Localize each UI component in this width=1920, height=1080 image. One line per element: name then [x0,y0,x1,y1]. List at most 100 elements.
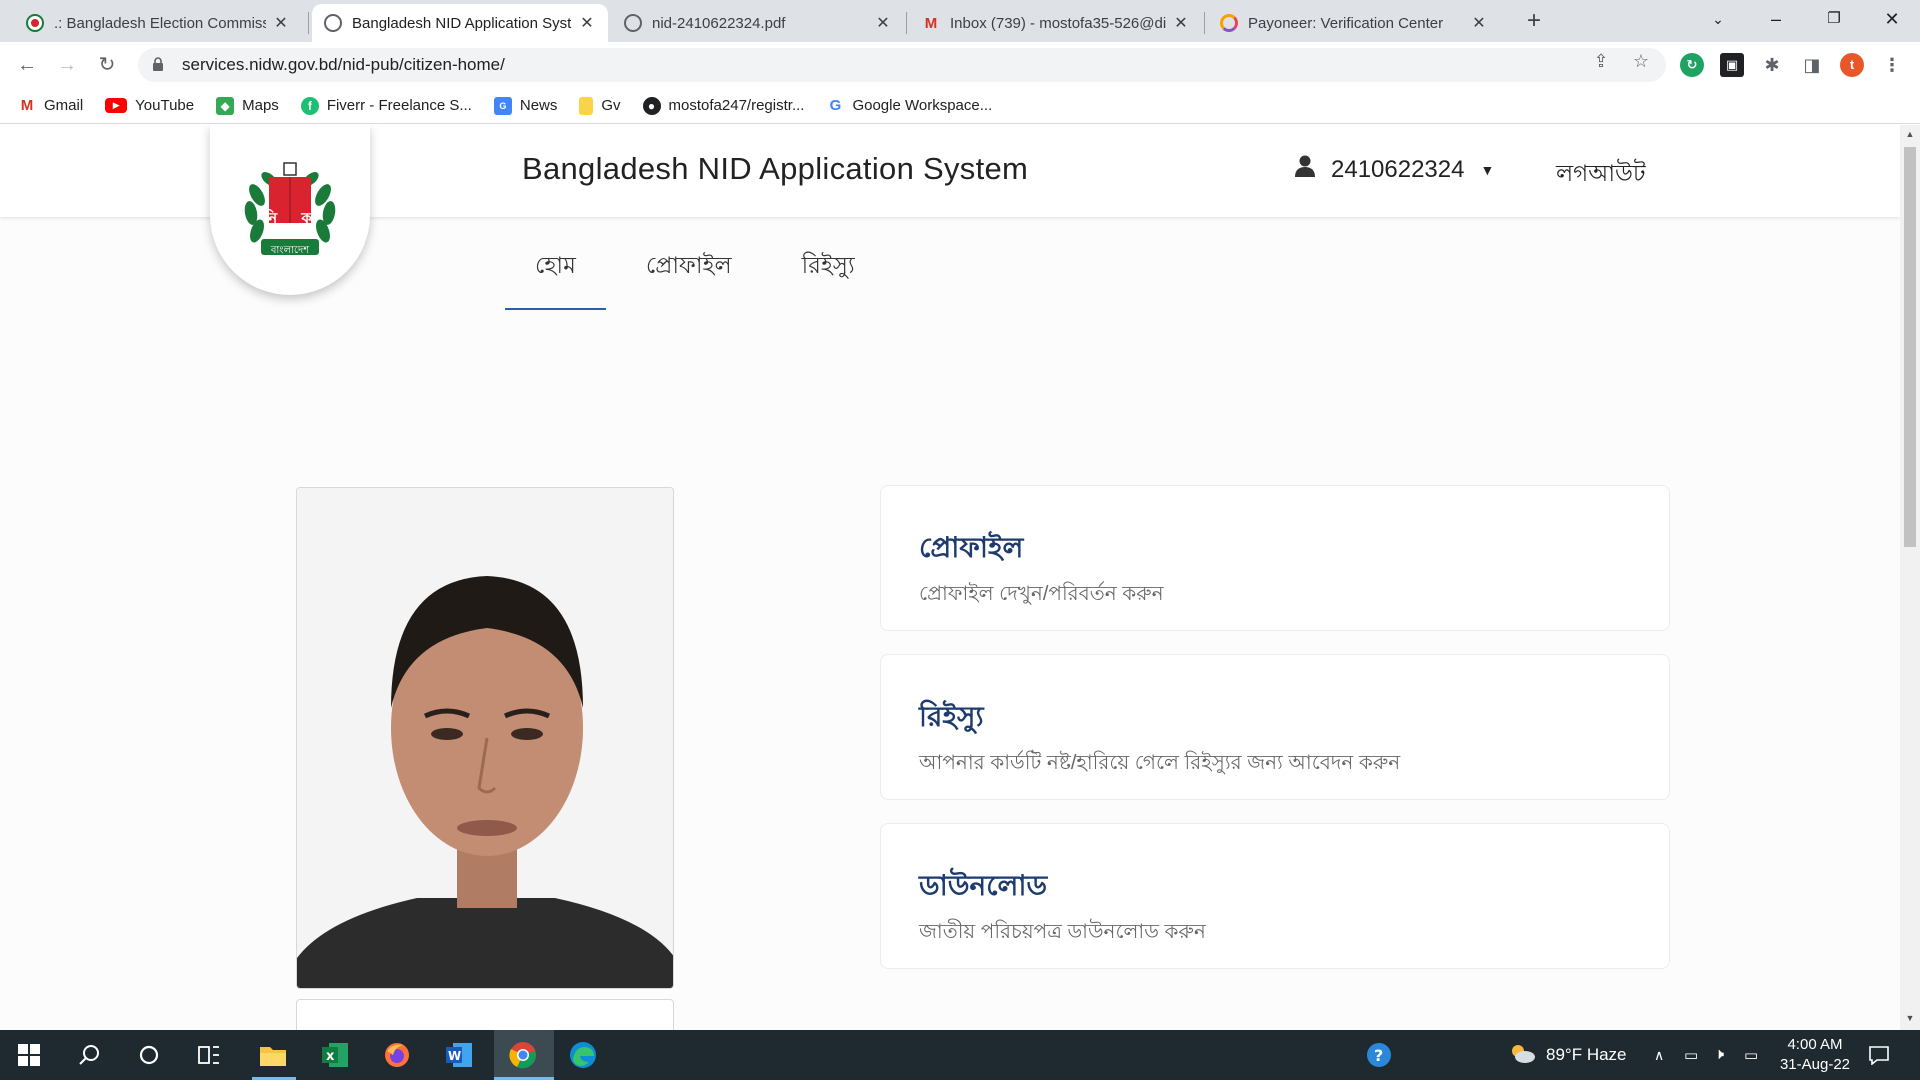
user-menu[interactable]: 2410622324 ▼ [1295,155,1494,184]
close-icon[interactable]: ✕ [272,13,290,33]
grammarly-extension-icon[interactable]: ↻ [1680,53,1704,77]
share-icon[interactable]: ⇪ [1590,50,1612,72]
bookmark-google-workspace[interactable]: G Google Workspace... [826,97,993,115]
bookmark-maps[interactable]: ◆ Maps [216,96,279,115]
firefox-icon[interactable] [380,1038,414,1072]
extension-icon[interactable]: ▣ [1720,53,1744,77]
maps-icon: ◆ [216,96,235,115]
side-panel-icon[interactable]: ◨ [1800,53,1824,77]
card-subtitle: প্রোফাইল দেখুন/পরিবর্তন করুন [919,583,1164,605]
bookmark-youtube[interactable]: ▶ YouTube [105,97,194,114]
payoneer-icon [1220,14,1238,32]
bookmark-label: mostofa247/registr... [668,97,805,114]
browser-tab-gmail[interactable]: M Inbox (739) - mostofa35-526@di ✕ [910,4,1202,42]
card-title: প্রোফাইল [919,532,1024,563]
minimize-button[interactable]: – [1748,0,1804,40]
bookmark-gmail[interactable]: M Gmail [18,97,83,115]
file-explorer-icon[interactable] [256,1038,290,1072]
word-icon[interactable]: W [442,1038,476,1072]
cortana-icon[interactable] [132,1038,166,1072]
page-viewport: Bangladesh NID Application System 241062… [0,125,1900,1030]
gmail-icon: M [924,14,938,32]
browser-tab-ec[interactable]: .: Bangladesh Election Commissio ✕ [14,4,302,42]
bookmark-star-icon[interactable]: ☆ [1630,50,1652,72]
lock-icon [152,56,166,74]
tray-chevron-icon[interactable]: ∧ [1654,1030,1664,1080]
scroll-up-icon[interactable]: ▲ [1904,129,1916,139]
bookmark-news[interactable]: G News [493,96,558,115]
help-icon[interactable]: ? [1362,1038,1396,1072]
logout-link[interactable]: লগআউট [1556,155,1646,194]
close-icon[interactable]: ✕ [578,13,596,33]
reload-icon[interactable]: ↻ [92,50,122,80]
bookmark-label: News [519,97,558,114]
bookmark-label: YouTube [135,97,195,114]
tab-title: Bangladesh NID Application Syst [352,14,572,32]
card-subtitle: জাতীয় পরিচয়পত্র ডাউনলোড করুন [919,921,1206,943]
reissue-card[interactable]: রিইস্যু আপনার কার্ডটি নষ্ট/হারিয়ে গেলে … [880,654,1670,800]
bookmark-label: Google Workspace... [852,97,993,114]
battery-icon[interactable]: ▭ [1684,1030,1698,1080]
network-icon[interactable]: ▭ [1744,1030,1758,1080]
chrome-icon[interactable] [506,1038,540,1072]
youtube-icon: ▶ [105,98,128,113]
close-icon[interactable]: ✕ [1172,13,1190,33]
clock-time: 4:00 AM [1787,1036,1843,1053]
back-icon[interactable]: ← [12,50,42,80]
volume-icon[interactable]: 🕨 [1714,1030,1724,1080]
bookmarks-bar: M Gmail ▶ YouTube ◆ Maps f Fiverr - Free… [0,88,1920,124]
user-icon [1295,155,1317,184]
bookmark-github[interactable]: ● mostofa247/registr... [642,96,805,115]
bookmark-label: Fiverr - Freelance S... [326,97,472,114]
page-scrollbar[interactable]: ▲ ▼ [1900,125,1920,1030]
forward-icon[interactable]: → [52,50,82,80]
profile-card[interactable]: প্রোফাইল প্রোফাইল দেখুন/পরিবর্তন করুন [880,485,1670,631]
browser-tab-payoneer[interactable]: Payoneer: Verification Center ✕ [1208,4,1500,42]
nav-tab-home[interactable]: হোম [505,237,606,310]
nav-tab-reissue[interactable]: রিইস্যু [772,237,885,310]
bookmark-gv[interactable]: Gv [579,96,621,115]
github-icon: ● [642,96,661,115]
svg-text:?: ? [1374,1046,1383,1065]
browser-tab-pdf[interactable]: nid-2410622324.pdf ✕ [612,4,904,42]
notifications-icon[interactable] [1868,1030,1890,1080]
ec-logo[interactable]: নি ক বাংলাদেশ [210,125,370,295]
profile-photo [296,487,674,989]
system-clock[interactable]: 4:00 AM 31-Aug-22 [1770,1035,1860,1075]
tab-divider [906,12,907,34]
logo-letters: নি ক [264,210,322,227]
bookmark-label: Maps [242,97,279,114]
clock-date: 31-Aug-22 [1779,1056,1851,1073]
window-close-button[interactable]: ✕ [1864,0,1920,40]
close-icon[interactable]: ✕ [874,13,892,33]
scroll-down-icon[interactable]: ▼ [1904,1013,1916,1023]
tab-title: Inbox (739) - mostofa35-526@di [950,14,1166,32]
search-icon[interactable] [72,1038,106,1072]
card-subtitle: আপনার কার্ডটি নষ্ট/হারিয়ে গেলে রিইস্যুর… [919,752,1401,774]
new-tab-button[interactable]: + [1520,8,1548,36]
folder-icon [579,96,594,115]
google-icon: G [829,97,842,114]
windows-start-icon[interactable] [12,1038,46,1072]
windows-taskbar: x W ? 89°F Haze ∧ ▭ 🕨 ▭ 4:00 AM 31-Aug-2… [0,1030,1920,1080]
excel-icon[interactable]: x [318,1038,352,1072]
gmail-icon: M [20,97,34,114]
edge-icon[interactable] [566,1038,600,1072]
card-title: রিইস্যু [919,701,984,732]
menu-kebab-icon[interactable]: ⋮ [1880,53,1904,77]
browser-tab-nid[interactable]: Bangladesh NID Application Syst ✕ [312,4,608,42]
download-card[interactable]: ডাউনলোড জাতীয় পরিচয়পত্র ডাউনলোড করুন [880,823,1670,969]
profile-avatar[interactable]: t [1840,53,1864,77]
nav-tab-profile[interactable]: প্রোফাইল [616,237,762,310]
scrollbar-thumb[interactable] [1904,147,1916,547]
restore-button[interactable]: ❐ [1806,0,1862,40]
task-view-icon[interactable] [192,1038,226,1072]
bookmark-fiverr[interactable]: f Fiverr - Freelance S... [300,96,472,115]
weather-widget[interactable]: 89°F Haze [1508,1030,1627,1080]
close-icon[interactable]: ✕ [1470,13,1488,33]
fiverr-icon: f [300,96,319,115]
tab-search-icon[interactable]: ⌄ [1690,0,1746,40]
address-bar[interactable]: services.nidw.gov.bd/nid-pub/citizen-hom… [138,48,1666,82]
puzzle-extensions-icon[interactable]: ✱ [1760,53,1784,77]
tab-title: nid-2410622324.pdf [652,14,786,32]
